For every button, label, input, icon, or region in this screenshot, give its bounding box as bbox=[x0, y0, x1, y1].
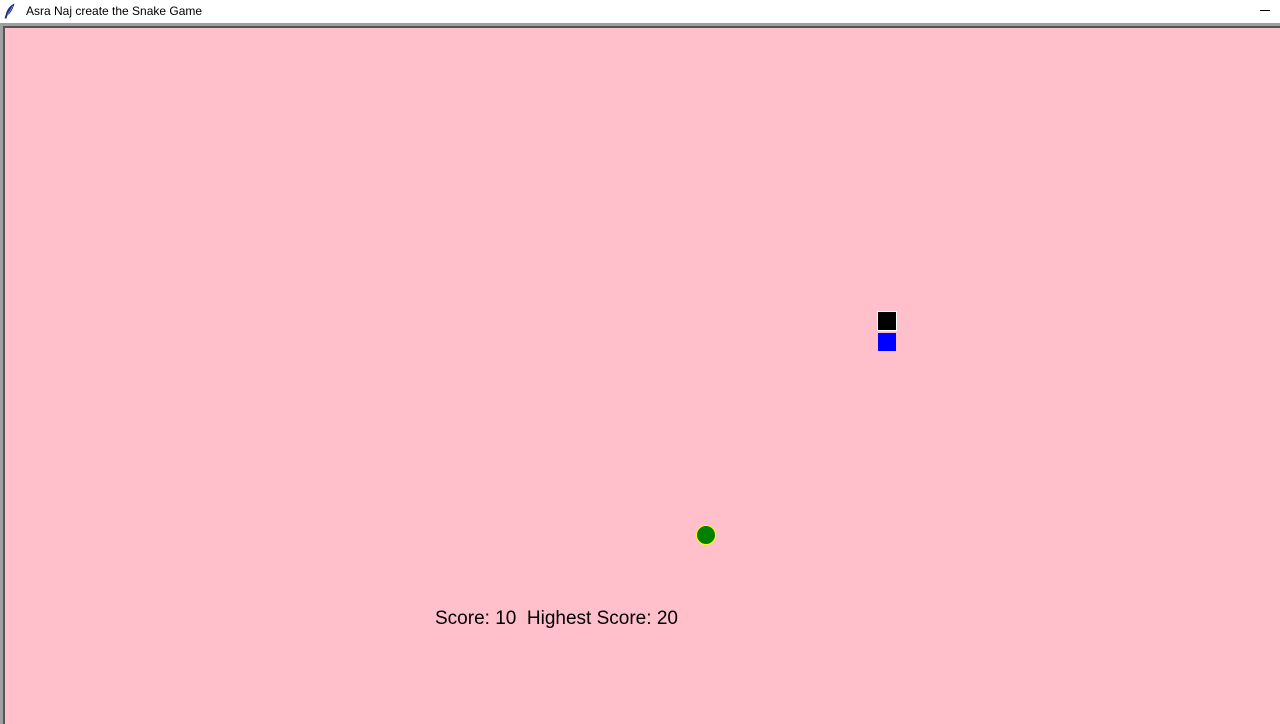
window-title: Asra Naj create the Snake Game bbox=[26, 4, 203, 18]
highest-score-value: 20 bbox=[656, 608, 678, 629]
highest-score-label: Highest Score: bbox=[526, 608, 652, 629]
score-display: Score: 10 Highest Score: 20 bbox=[435, 608, 678, 630]
score-value: 10 bbox=[495, 608, 517, 629]
feather-icon bbox=[4, 3, 16, 19]
game-window: Asra Naj create the Snake Game Score: 10… bbox=[0, 0, 1280, 724]
snake-head bbox=[877, 311, 897, 331]
minimize-icon bbox=[1260, 10, 1270, 11]
snake-body-segment bbox=[877, 332, 897, 352]
title-bar[interactable]: Asra Naj create the Snake Game bbox=[0, 0, 1280, 23]
game-canvas[interactable]: Score: 10 Highest Score: 20 bbox=[3, 26, 1280, 724]
score-label: Score: bbox=[435, 608, 490, 629]
minimize-button[interactable] bbox=[1250, 0, 1280, 23]
food-pellet bbox=[696, 525, 716, 545]
